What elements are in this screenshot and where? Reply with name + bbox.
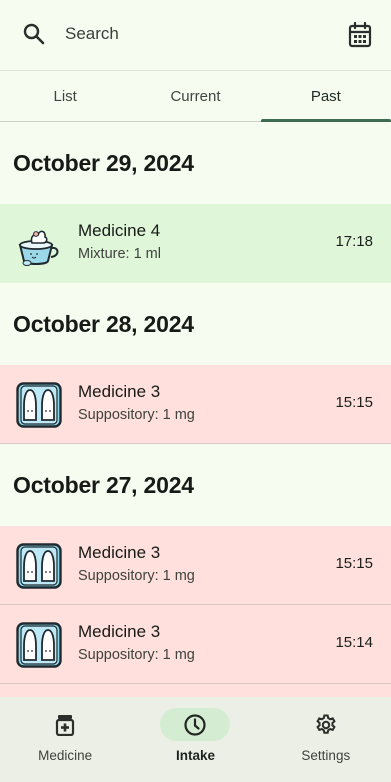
intake-row[interactable]: Medicine 3 Suppository: 1 mg 15:15 — [0, 526, 391, 605]
nav-settings-label: Settings — [301, 748, 351, 763]
tab-list[interactable]: List — [0, 71, 130, 121]
intake-row[interactable]: Medicine 3 Suppository: 1 mg 15:15 — [0, 365, 391, 444]
date-header: October 28, 2024 — [13, 310, 194, 337]
nav-intake-label: Intake — [175, 748, 215, 763]
dose-detail: Suppository: 1 mg — [78, 568, 195, 584]
medicine-name: Medicine 3 — [78, 543, 161, 562]
calendar-icon[interactable] — [348, 22, 372, 48]
mixture-cup-icon — [19, 230, 59, 267]
intake-time: 15:14 — [335, 634, 373, 651]
active-indicator — [160, 708, 231, 741]
medicine-name: Medicine 3 — [78, 382, 161, 401]
intake-time: 17:18 — [335, 233, 373, 250]
dose-detail: Suppository: 1 mg — [78, 647, 195, 663]
intake-row-partial[interactable] — [0, 684, 391, 697]
tab-bar: List Current Past — [0, 70, 391, 122]
nav-medicine[interactable]: Medicine — [0, 697, 130, 782]
medicine-bottle-icon — [56, 714, 75, 736]
date-header: October 29, 2024 — [13, 149, 194, 176]
dose-detail: Mixture: 1 ml — [78, 246, 161, 262]
past-intake-list[interactable]: October 29, 2024 Medicine 4 Mixture: 1 m… — [0, 122, 391, 697]
intake-row[interactable]: Medicine 4 Mixture: 1 ml 17:18 — [0, 204, 391, 283]
top-app-bar: Search — [0, 0, 391, 70]
tab-past[interactable]: Past — [260, 71, 391, 122]
suppository-icon — [16, 382, 62, 428]
medicine-name: Medicine 4 — [78, 221, 161, 240]
suppository-icon — [16, 622, 62, 668]
suppository-icon — [16, 543, 62, 589]
search-input[interactable]: Search — [65, 24, 119, 44]
clock-icon — [184, 713, 207, 736]
medicine-name: Medicine 3 — [78, 622, 161, 641]
intake-row[interactable]: Medicine 3 Suppository: 1 mg 15:14 — [0, 605, 391, 684]
tab-current[interactable]: Current — [130, 71, 260, 121]
dose-detail: Suppository: 1 mg — [78, 407, 195, 423]
search-icon[interactable] — [22, 22, 46, 46]
intake-time: 15:15 — [335, 555, 373, 572]
date-header: October 27, 2024 — [13, 471, 194, 498]
bottom-navigation: Medicine Intake Settings — [0, 697, 391, 782]
nav-settings[interactable]: Settings — [261, 697, 391, 782]
nav-intake[interactable]: Intake — [130, 697, 260, 782]
intake-time: 15:15 — [335, 394, 373, 411]
nav-medicine-label: Medicine — [38, 748, 93, 763]
gear-icon — [316, 714, 336, 734]
